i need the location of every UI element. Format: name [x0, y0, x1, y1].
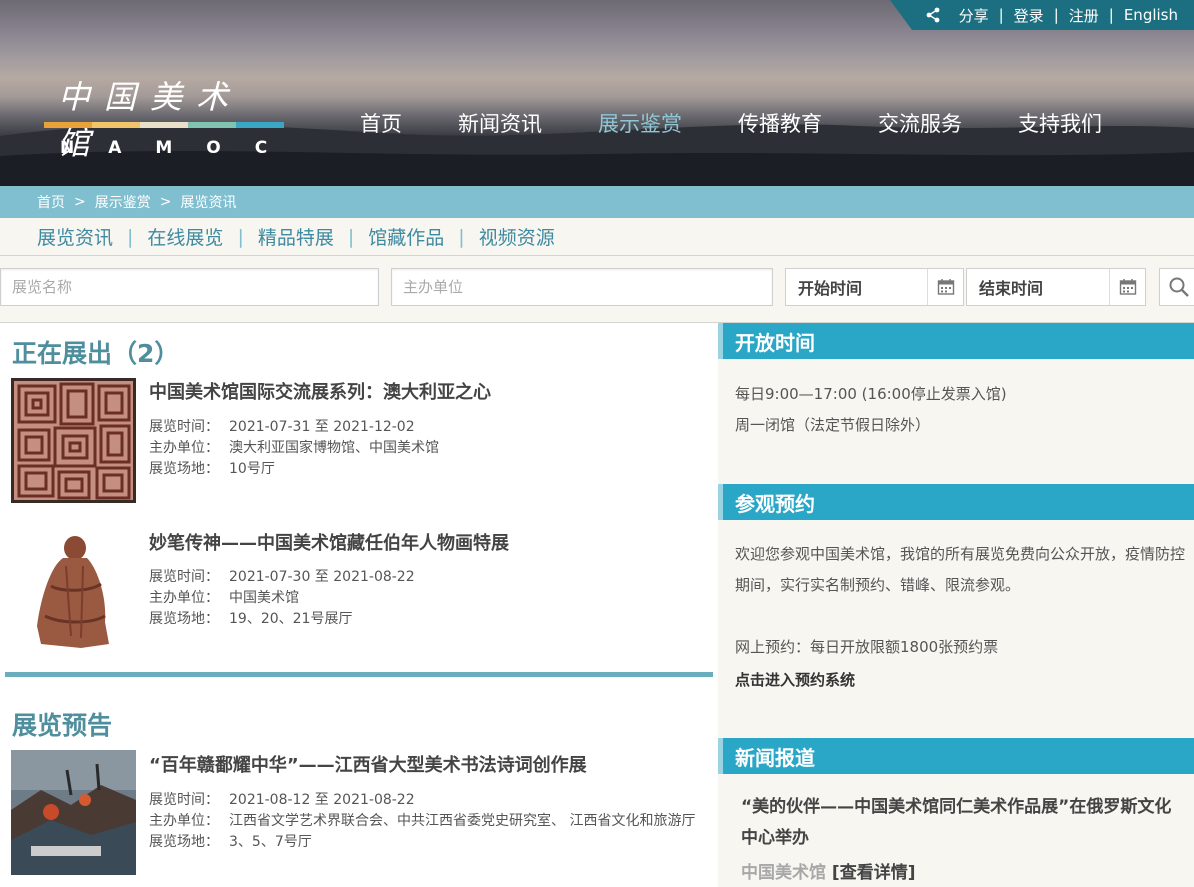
share-icon[interactable] [925, 7, 941, 23]
news-source: 中国美术馆 [741, 863, 826, 883]
info-sidebar: 开放时间 每日9:00—17:00 (16:00停止发票入馆) 周一闭馆（法定节… [718, 323, 1194, 887]
exhibition-dates: 2021-08-12 至 2021-08-22 [229, 792, 415, 808]
booking-online-info: 网上预约：每日开放限额1800张预约票 [735, 638, 999, 656]
site-header: 分享 | 登录 | 注册 | English 中国美术馆 NAMOC 首页 新闻… [0, 0, 1194, 186]
meta-label: 展览时间： [149, 792, 219, 808]
nav-item-home[interactable]: 首页 [360, 108, 402, 138]
exhibition-name-input[interactable] [0, 268, 379, 306]
search-filter-bar: 开始时间 结束时间 [0, 266, 1194, 308]
exhibition-title[interactable]: 中国美术馆国际交流展系列：澳大利亚之心 [149, 378, 491, 404]
subnav-item-special[interactable]: 精品特展 [258, 223, 334, 250]
login-link[interactable]: 登录 [1014, 5, 1044, 26]
exhibition-meta: 展览时间： 2021-08-12 至 2021-08-22 主办单位： 江西省文学艺… [149, 790, 709, 853]
end-date-label: 结束时间 [979, 279, 1044, 298]
opening-hours-text: 每日9:00—17:00 (16:00停止发票入馆) 周一闭馆（法定节假日除外） [735, 379, 1185, 441]
start-date-label: 开始时间 [798, 279, 863, 298]
current-exhibitions-title: 正在展出（2） [12, 339, 180, 368]
news-item-title[interactable]: “美的伙伴——中国美术馆同仁美术作品展”在俄罗斯文化中心举办 [741, 792, 1181, 854]
calendar-icon[interactable] [1109, 269, 1145, 305]
separator: | [998, 6, 1004, 24]
meta-label: 展览场地： [149, 461, 219, 477]
breadcrumb-separator: > [74, 194, 86, 210]
calendar-icon[interactable] [927, 269, 963, 305]
exhibition-meta: 展览时间： 2021-07-30 至 2021-08-22 主办单位： 中国美术馆 … [149, 567, 709, 630]
nav-item-education[interactable]: 传播教育 [738, 108, 822, 138]
namoc-logo[interactable]: 中国美术馆 NAMOC [44, 72, 284, 162]
upcoming-exhibitions-title: 展览预告 [12, 711, 113, 740]
closing-day-line: 周一闭馆（法定节假日除外） [735, 416, 931, 434]
meta-label: 展览时间： [149, 419, 219, 435]
section-divider [5, 672, 713, 677]
main-nav: 首页 新闻资讯 展示鉴赏 传播教育 交流服务 支持我们 [360, 108, 1158, 138]
exhibition-title[interactable]: “百年赣鄱耀中华”——江西省大型美术书法诗词创作展 [149, 751, 587, 777]
logo-stripe-segment [140, 122, 188, 128]
nav-item-support[interactable]: 支持我们 [1018, 108, 1102, 138]
exhibition-venue: 19、20、21号展厅 [229, 611, 353, 627]
sub-nav: 展览资讯 | 在线展览 | 精品特展 | 馆藏作品 | 视频资源 [0, 218, 1194, 256]
logo-stripe-segment [188, 122, 236, 128]
nav-item-exhibitions[interactable]: 展示鉴赏 [598, 108, 682, 138]
subnav-divider: | [127, 225, 134, 248]
nav-item-services[interactable]: 交流服务 [878, 108, 962, 138]
exhibition-dates: 2021-07-31 至 2021-12-02 [229, 419, 415, 435]
opening-hours-line: 每日9:00—17:00 (16:00停止发票入馆) [735, 385, 1007, 403]
exhibition-organizer: 中国美术馆 [229, 590, 299, 606]
opening-hours-header: 开放时间 [718, 323, 1194, 359]
subnav-divider: | [347, 225, 355, 248]
meta-label: 展览场地： [149, 834, 219, 850]
news-header: 新闻报道 [718, 738, 1194, 774]
english-link[interactable]: English [1124, 6, 1178, 24]
news-more-link[interactable]: [查看详情] [832, 863, 916, 883]
meta-label: 展览时间： [149, 569, 219, 585]
breadcrumb: 首页 > 展示鉴赏 > 展览资讯 [0, 186, 1194, 218]
exhibition-organizer: 澳大利亚国家博物馆、中国美术馆 [229, 440, 439, 456]
register-link[interactable]: 注册 [1069, 5, 1099, 26]
news-item-meta: 中国美术馆 [查看详情] [741, 858, 915, 883]
end-date-picker[interactable]: 结束时间 [966, 268, 1146, 306]
exhibition-dates: 2021-07-30 至 2021-08-22 [229, 569, 415, 585]
booking-system-link[interactable]: 点击进入预约系统 [735, 669, 855, 690]
organizer-input[interactable] [391, 268, 773, 306]
logo-stripe-segment [236, 122, 284, 128]
exhibition-meta: 展览时间： 2021-07-31 至 2021-12-02 主办单位： 澳大利亚国家… [149, 417, 709, 480]
breadcrumb-exhibitions[interactable]: 展示鉴赏 [95, 192, 151, 212]
logo-english-text: NAMOC [60, 138, 302, 158]
subnav-divider: | [237, 225, 244, 248]
exhibition-thumbnail[interactable] [11, 526, 136, 651]
exhibition-venue: 3、5、7号厅 [229, 834, 312, 850]
meta-label: 主办单位： [149, 590, 219, 606]
separator: | [1053, 6, 1059, 24]
separator: | [1108, 6, 1114, 24]
nav-item-news[interactable]: 新闻资讯 [458, 108, 542, 138]
exhibition-thumbnail[interactable] [11, 750, 136, 875]
search-button[interactable] [1159, 268, 1194, 306]
meta-label: 展览场地： [149, 611, 219, 627]
logo-stripe-segment [92, 122, 140, 128]
start-date-picker[interactable]: 开始时间 [785, 268, 964, 306]
exhibition-list-column: 正在展出（2） 中国美术馆国际交流展系列：澳大利亚之心 展览时间： 2021-07… [0, 323, 718, 887]
subnav-item-collection[interactable]: 馆藏作品 [368, 223, 444, 250]
top-utility-bar: 分享 | 登录 | 注册 | English [890, 0, 1194, 30]
breadcrumb-home[interactable]: 首页 [37, 192, 65, 212]
booking-description: 欢迎您参观中国美术馆，我馆的所有展览免费向公众开放，疫情防控期间，实行实名制预约… [735, 545, 1186, 594]
subnav-item-video[interactable]: 视频资源 [479, 223, 555, 250]
subnav-item-info[interactable]: 展览资讯 [37, 223, 113, 250]
subnav-divider: | [458, 225, 465, 248]
exhibition-venue: 10号厅 [229, 461, 275, 477]
meta-label: 主办单位： [149, 813, 219, 829]
exhibition-title[interactable]: 妙笔传神——中国美术馆藏任伯年人物画特展 [149, 529, 509, 555]
exhibition-thumbnail[interactable] [11, 378, 136, 503]
booking-header: 参观预约 [718, 484, 1194, 520]
meta-label: 主办单位： [149, 440, 219, 456]
subnav-item-online[interactable]: 在线展览 [147, 223, 223, 250]
logo-color-stripe [44, 122, 284, 128]
exhibition-organizer: 江西省文学艺术界联合会、中共江西省委党史研究室、 江西省文化和旅游厅 [229, 813, 696, 829]
search-icon [1169, 277, 1189, 297]
share-link[interactable]: 分享 [959, 5, 989, 26]
breadcrumb-separator: > [159, 194, 172, 210]
logo-stripe-segment [44, 122, 92, 128]
breadcrumb-current[interactable]: 展览资讯 [180, 192, 236, 212]
